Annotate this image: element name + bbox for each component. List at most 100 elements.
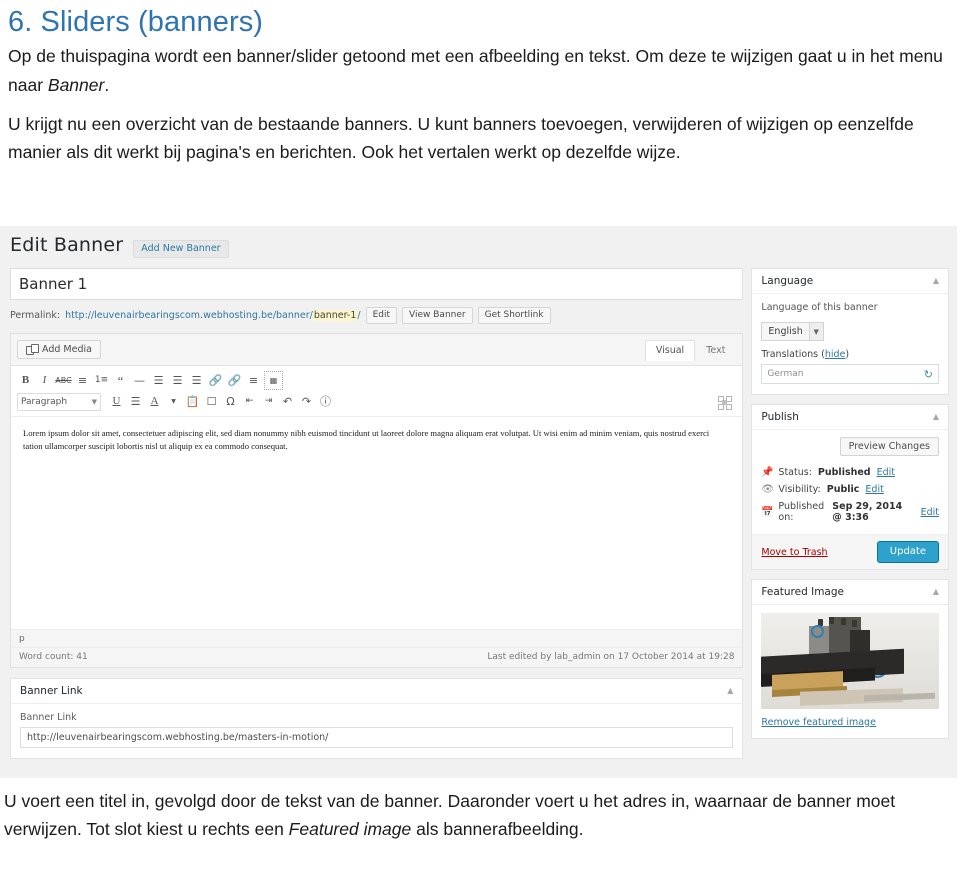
editor-content-area[interactable]: Lorem ipsum dolor sit amet, consectetuer… — [11, 417, 743, 629]
redo-icon[interactable]: ↷ — [298, 393, 315, 410]
tab-text[interactable]: Text — [695, 340, 736, 361]
update-button[interactable]: Update — [876, 541, 939, 563]
editor-columns: Banner 1 Permalink: http://leuvenairbear… — [10, 268, 949, 768]
align-right-icon[interactable]: ☰ — [188, 372, 205, 389]
indent-icon[interactable]: ⇥ — [260, 393, 277, 410]
closing-paragraph: U voert een titel in, gevolgd door de te… — [0, 786, 960, 844]
content-editor: Add Media Visual Text B I ABC ≡ 1≡ “ — ☰… — [10, 333, 744, 668]
translations-label: Translations — [761, 349, 819, 360]
add-new-banner-button[interactable]: Add New Banner — [133, 240, 229, 258]
editor-top-bar: Add Media Visual Text — [11, 334, 743, 366]
unlink-icon[interactable]: 🔗 — [226, 372, 243, 389]
remove-featured-image-link[interactable]: Remove featured image — [761, 717, 939, 728]
edit-permalink-button[interactable]: Edit — [365, 306, 398, 325]
read-more-icon[interactable]: ≡ — [245, 372, 262, 389]
translation-row-german[interactable]: German ↻ — [761, 364, 939, 384]
blockquote-icon[interactable]: “ — [112, 372, 129, 389]
featured-image-thumbnail[interactable] — [761, 613, 939, 709]
editor-element-path: p — [11, 630, 743, 648]
featured-image-box-title: Featured Image — [761, 586, 844, 598]
get-shortlink-button[interactable]: Get Shortlink — [477, 306, 551, 325]
numbered-list-icon[interactable]: 1≡ — [93, 372, 110, 389]
intro-paragraph: Op de thuispagina wordt een banner/slide… — [4, 41, 956, 99]
paste-as-text-icon[interactable]: 📋 — [184, 393, 201, 410]
view-banner-button[interactable]: View Banner — [402, 306, 473, 325]
strikethrough-icon[interactable]: ABC — [55, 372, 72, 389]
banner-title-input[interactable]: Banner 1 — [10, 268, 744, 300]
toolbar-row-1: B I ABC ≡ 1≡ “ — ☰ ☰ ☰ 🔗 🔗 ≡ ▦ — [17, 370, 736, 391]
align-left-icon[interactable]: ☰ — [150, 372, 167, 389]
edit-banner-heading: Edit Banner — [10, 234, 124, 256]
visibility-row: 👁 Visibility: Public Edit — [761, 481, 939, 498]
screenshot-header: Edit Banner Add New Banner — [10, 234, 949, 260]
permalink-url[interactable]: http://leuvenairbearingscom.webhosting.b… — [65, 310, 361, 321]
chevron-down-icon: ▼ — [91, 397, 97, 406]
fullscreen-icon[interactable] — [718, 395, 733, 410]
banner-link-box-header[interactable]: Banner Link ▲ — [11, 679, 743, 704]
chevron-down-icon: ▼ — [808, 323, 823, 340]
closing-text-block: U voert een titel in, gevolgd door de te… — [0, 786, 960, 844]
help-icon[interactable]: ⓘ — [317, 393, 334, 410]
status-row: 📌 Status: Published Edit — [761, 464, 939, 481]
publish-box: Publish ▲ Preview Changes 📌 Status: Publ… — [751, 404, 949, 570]
special-character-icon[interactable]: Ω — [222, 393, 239, 410]
chevron-up-icon[interactable]: ▲ — [933, 588, 939, 596]
last-edited: Last edited by lab_admin on 17 October 2… — [487, 652, 735, 662]
status-label: Status: — [778, 467, 812, 478]
banner-link-input[interactable]: http://leuvenairbearingscom.webhosting.b… — [20, 727, 734, 748]
text-color-icon[interactable]: A — [146, 393, 163, 410]
bullet-list-icon[interactable]: ≡ — [74, 372, 91, 389]
bold-icon[interactable]: B — [17, 372, 34, 389]
italic-icon[interactable]: I — [36, 372, 53, 389]
visibility-edit-link[interactable]: Edit — [865, 484, 883, 495]
banner-link-box-body: Banner Link http://leuvenairbearingscom.… — [11, 704, 742, 758]
language-select[interactable]: English ▼ — [761, 322, 824, 341]
paragraph-format-value: Paragraph — [21, 396, 68, 407]
add-media-icon — [26, 344, 39, 355]
language-subtitle: Language of this banner — [761, 302, 878, 313]
published-value: Sep 29, 2014 @ 3:36 — [832, 501, 903, 523]
featured-image-box-header[interactable]: Featured Image ▲ — [752, 580, 948, 605]
refresh-icon[interactable]: ↻ — [924, 369, 933, 380]
paragraph-format-select[interactable]: Paragraph ▼ — [17, 392, 101, 411]
published-edit-link[interactable]: Edit — [921, 507, 939, 518]
wordpress-screenshot: Edit Banner Add New Banner Banner 1 Perm… — [0, 226, 957, 778]
editor-mode-tabs: Visual Text — [644, 340, 737, 361]
add-media-button[interactable]: Add Media — [17, 340, 101, 359]
language-box-header[interactable]: Language ▲ — [752, 269, 948, 294]
overview-paragraph: U krijgt nu een overzicht van de bestaan… — [8, 114, 914, 163]
kitchen-sink-icon[interactable]: ▦ — [264, 371, 283, 390]
editor-footer: p Word count: 41 Last edited by lab_admi… — [11, 629, 743, 667]
tab-visual[interactable]: Visual — [644, 340, 696, 361]
text-color-chevron-icon[interactable]: ▼ — [165, 393, 182, 410]
undo-icon[interactable]: ↶ — [279, 393, 296, 410]
translations-label-row: Translations (hide) — [761, 349, 850, 360]
chevron-up-icon[interactable]: ▲ — [727, 687, 733, 695]
toolbar-row-2: Paragraph ▼ U ☰ A ▼ 📋 ☐ Ω ⇤ ⇥ ↶ ↷ ⓘ — [17, 391, 736, 412]
translation-language-name: German — [767, 369, 804, 379]
underline-icon[interactable]: U — [108, 393, 125, 410]
closing-paragraph-tail: als bannerafbeelding. — [411, 819, 584, 840]
translations-hide-link[interactable]: hide — [825, 349, 846, 360]
intro-paragraph-emphasis: Banner — [47, 74, 105, 95]
chevron-up-icon[interactable]: ▲ — [933, 413, 939, 421]
publish-box-header[interactable]: Publish ▲ — [752, 405, 948, 430]
permalink-url-prefix: http://leuvenairbearingscom.webhosting.b… — [65, 310, 313, 321]
publish-status-rows: 📌 Status: Published Edit 👁 Visibility: P… — [752, 462, 948, 534]
document-body: 6. Sliders (banners) Op de thuispagina w… — [0, 0, 960, 167]
clear-formatting-icon[interactable]: ☐ — [203, 393, 220, 410]
move-to-trash-link[interactable]: Move to Trash — [761, 547, 827, 558]
outdent-icon[interactable]: ⇤ — [241, 393, 258, 410]
featured-image-box-body: Remove featured image — [752, 605, 948, 738]
chevron-up-icon[interactable]: ▲ — [933, 277, 939, 285]
publish-preview-row: Preview Changes — [752, 430, 948, 462]
insert-link-icon[interactable]: 🔗 — [207, 372, 224, 389]
preview-changes-button[interactable]: Preview Changes — [839, 437, 939, 456]
horizontal-rule-icon[interactable]: — — [131, 372, 148, 389]
visibility-value: Public — [826, 484, 860, 495]
visibility-label: Visibility: — [778, 484, 821, 495]
align-center-icon[interactable]: ☰ — [169, 372, 186, 389]
status-edit-link[interactable]: Edit — [877, 467, 895, 478]
justify-icon[interactable]: ☰ — [127, 393, 144, 410]
